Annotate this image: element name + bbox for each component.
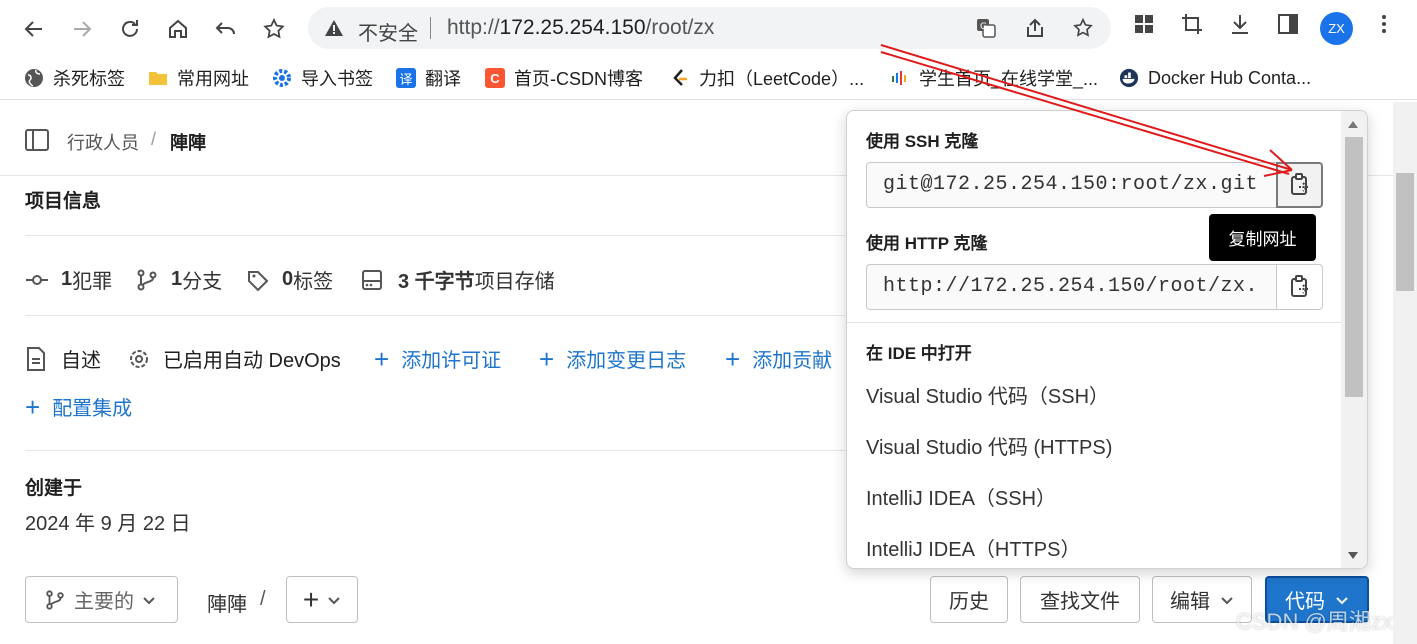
csdn-watermark: CSDN @周湘zx <box>1236 609 1393 634</box>
annotation-arrows <box>880 44 1293 177</box>
annotation-arrow <box>880 44 1293 177</box>
